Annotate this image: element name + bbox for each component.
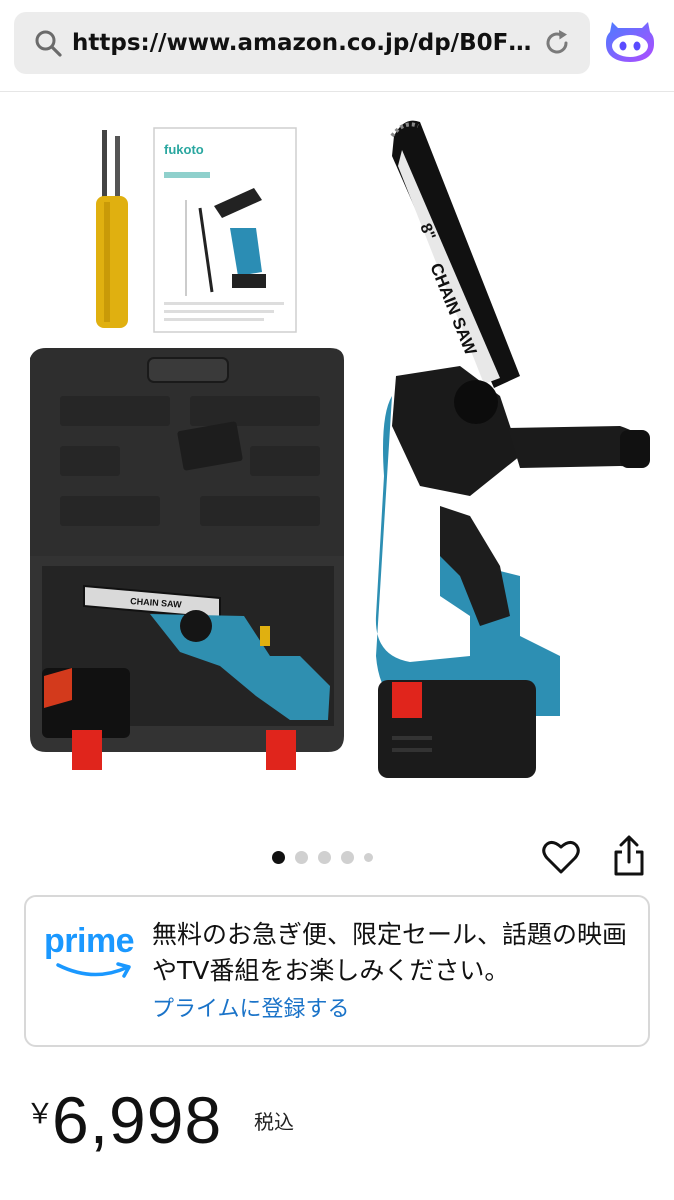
assistant-extension-icon[interactable] xyxy=(604,18,656,66)
carousel-dot[interactable] xyxy=(295,850,308,864)
search-icon xyxy=(35,30,62,57)
carousel-dot[interactable] xyxy=(364,852,373,862)
main-chainsaw: 8" CHAIN SAW xyxy=(375,120,650,778)
address-bar[interactable]: https://www.amazon.co.jp/dp/B0FPQ... xyxy=(14,12,590,74)
product-image[interactable]: fukoto CHAIN SAW 8" CHAIN SAW xyxy=(0,96,674,826)
manual-brand: fukoto xyxy=(164,142,204,157)
reload-icon[interactable] xyxy=(542,28,572,58)
prime-logo: prime xyxy=(44,921,140,985)
prime-logo-text: prime xyxy=(44,922,135,960)
prime-message: 無料のお急ぎ便、限定セール、話題の映画やTV番組をお楽しみください。 xyxy=(152,920,628,985)
share-icon[interactable] xyxy=(610,834,648,878)
carousel-dot[interactable] xyxy=(318,850,331,864)
instruction-manual: fukoto xyxy=(153,127,297,333)
prime-promo-card[interactable]: prime 無料のお急ぎ便、限定セール、話題の映画やTV番組をお楽しみください。… xyxy=(24,895,650,1047)
heart-icon[interactable] xyxy=(540,836,582,878)
prime-signup-link[interactable]: プライムに登録する xyxy=(152,995,350,1025)
screwdriver xyxy=(96,130,128,328)
price-value: 6,998 xyxy=(52,1083,223,1157)
browser-toolbar: https://www.amazon.co.jp/dp/B0FPQ... xyxy=(0,0,674,92)
url-text[interactable]: https://www.amazon.co.jp/dp/B0FPQ... xyxy=(72,27,542,59)
price-currency-symbol: ￥ xyxy=(26,1097,55,1130)
smile-arrow-icon xyxy=(56,962,131,978)
image-carousel-indicator[interactable] xyxy=(272,848,373,866)
carousel-dot[interactable] xyxy=(272,850,285,864)
carousel-dot[interactable] xyxy=(341,850,354,864)
price-tax-note: 税込 xyxy=(254,1110,294,1134)
